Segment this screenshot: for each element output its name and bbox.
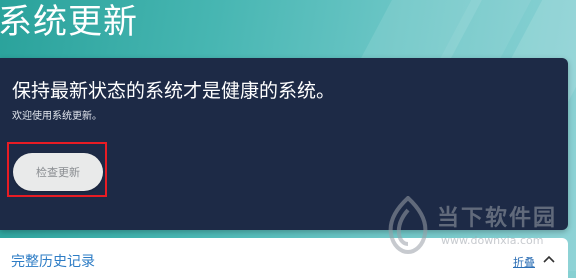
update-status-card: 保持最新状态的系统才是健康的系统。 欢迎使用系统更新。 检查更新 — [0, 58, 568, 230]
check-updates-button[interactable]: 检查更新 — [13, 153, 103, 191]
status-headline: 保持最新状态的系统才是健康的系统。 — [12, 80, 336, 102]
chevron-up-icon[interactable] — [542, 253, 556, 265]
history-section: 完整历史记录 折叠 — [0, 238, 568, 278]
full-history-link[interactable]: 完整历史记录 — [11, 251, 95, 271]
page-title: 系统更新 — [0, 2, 138, 42]
collapse-link[interactable]: 折叠 — [513, 254, 535, 270]
status-subline: 欢迎使用系统更新。 — [12, 111, 102, 122]
